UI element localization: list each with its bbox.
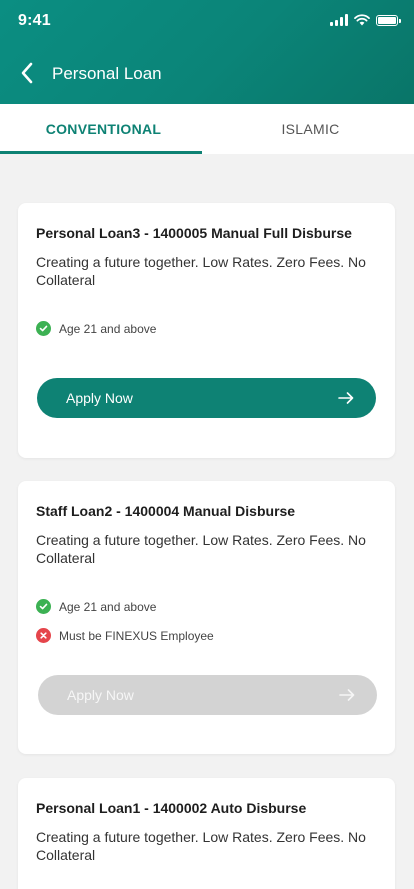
loan-title: Personal Loan3 - 1400005 Manual Full Dis… [36,225,352,241]
x-circle-icon [36,628,51,643]
requirement-label: Age 21 and above [59,321,157,336]
requirement-label: Age 21 and above [59,599,157,614]
tab-islamic[interactable]: ISLAMIC [207,104,414,154]
arrow-right-icon [338,392,354,404]
chevron-left-icon [21,62,33,84]
battery-icon [376,14,401,26]
tab-conventional[interactable]: CONVENTIONAL [0,104,207,154]
loan-title: Personal Loan1 - 1400002 Auto Disburse [36,800,307,816]
active-tab-indicator [0,151,202,154]
check-circle-icon [36,321,51,336]
loan-title: Staff Loan2 - 1400004 Manual Disburse [36,503,296,519]
apply-now-label: Apply Now [67,687,134,703]
cellular-signal-icon [330,14,348,26]
requirement-label: Must be FINEXUS Employee [59,628,214,643]
loan-card: Staff Loan2 - 1400004 Manual Disburse Cr… [18,481,395,754]
requirement-item: Must be FINEXUS Employee [36,628,214,643]
loan-description: Creating a future together. Low Rates. Z… [36,532,366,566]
wifi-icon [354,14,370,26]
loan-card: Personal Loan1 - 1400002 Auto Disburse C… [18,778,395,889]
status-bar: 9:41 [0,0,414,44]
requirement-item: Age 21 and above [36,599,156,614]
back-button[interactable] [14,58,40,88]
loan-card: Personal Loan3 - 1400005 Manual Full Dis… [18,203,395,458]
apply-now-label: Apply Now [66,390,133,406]
page-title: Personal Loan [52,64,162,83]
check-circle-icon [36,599,51,614]
apply-now-button: Apply Now [38,675,377,715]
arrow-right-icon [339,689,355,701]
apply-now-button[interactable]: Apply Now [37,378,376,418]
status-icons [330,14,401,26]
loan-description: Creating a future together. Low Rates. Z… [36,829,366,863]
loan-type-tabs: CONVENTIONAL ISLAMIC [0,104,414,154]
requirement-item: Age 21 and above [36,321,156,336]
app-header: 9:41 Personal Loan [0,0,414,104]
status-time: 9:41 [18,12,51,29]
loan-description: Creating a future together. Low Rates. Z… [36,254,366,288]
